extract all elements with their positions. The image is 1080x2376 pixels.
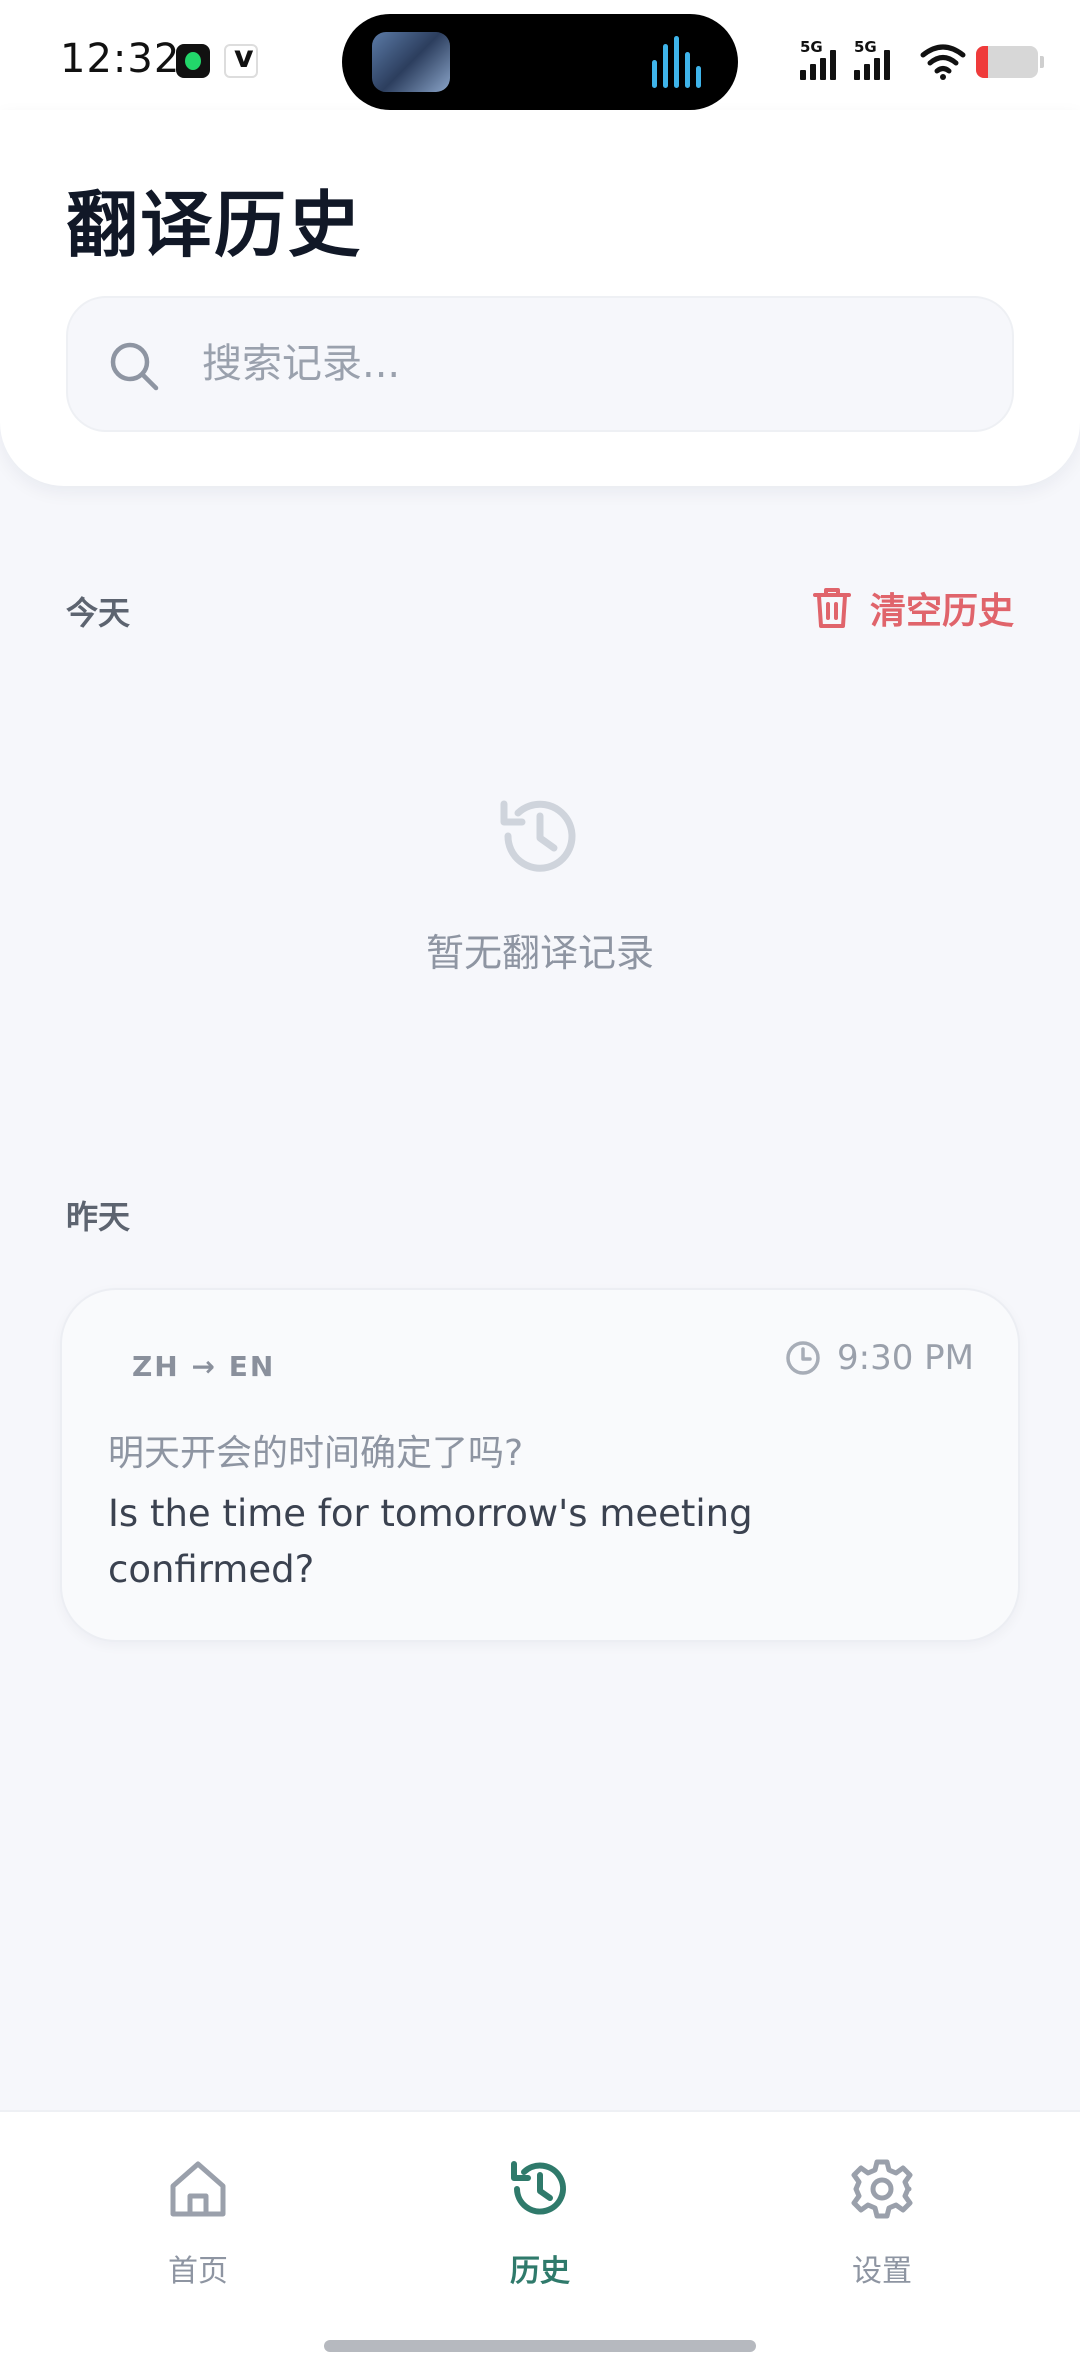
media-thumbnail: [372, 32, 450, 92]
cellular-signal-icon: 5G: [800, 38, 844, 84]
section-label-yesterday: 昨天: [66, 1198, 131, 1236]
signal-label: 5G: [800, 38, 823, 56]
wifi-icon: [920, 44, 966, 80]
history-time: 9:30 PM: [785, 1338, 974, 1378]
empty-state: 暂无翻译记录: [0, 790, 1080, 980]
nav-label-home: 首页: [168, 2254, 228, 2289]
status-indicators: 5G 5G: [800, 38, 1044, 84]
home-icon: [170, 2161, 226, 2217]
cellular-signal-icon-2: 5G: [854, 38, 898, 84]
nav-label-settings: 设置: [852, 2254, 912, 2289]
notification-app-icon: [224, 40, 258, 78]
gear-icon: [851, 2159, 913, 2219]
source-text: 明天开会的时间确定了吗?: [108, 1433, 524, 1474]
status-time: 12:32: [60, 36, 181, 82]
bottom-nav: 首页 历史 设置: [0, 2110, 1080, 2376]
empty-message: 暂无翻译记录: [425, 931, 654, 975]
audio-wave-icon: [652, 36, 712, 88]
nav-item-home[interactable]: 首页: [98, 2156, 298, 2306]
clear-history-label: 清空历史: [869, 591, 1014, 632]
signal-label: 5G: [854, 38, 877, 56]
history-card[interactable]: ZH → EN 9:30 PM 明天开会的时间确定了吗? Is the time…: [60, 1288, 1020, 1642]
page-title: 翻译历史: [66, 183, 363, 267]
status-bar: 12:32 5G 5G: [0, 0, 1080, 120]
nav-label-history: 历史: [510, 2254, 570, 2289]
search-box[interactable]: [66, 296, 1014, 432]
music-app-icon: [176, 44, 210, 78]
translated-text: Is the time for tomorrow's meeting confi…: [108, 1492, 753, 1591]
trash-icon: [812, 588, 851, 628]
screen: 12:32 5G 5G: [0, 0, 1080, 2376]
clock-icon: [786, 1341, 820, 1375]
history-icon: [500, 800, 576, 872]
nav-item-history[interactable]: 历史: [440, 2156, 640, 2306]
home-indicator[interactable]: [324, 2340, 756, 2352]
search-input[interactable]: [202, 298, 982, 430]
search-icon: [110, 342, 159, 391]
clear-history-button[interactable]: 清空历史: [812, 582, 1014, 634]
dynamic-island[interactable]: [342, 14, 738, 110]
battery-icon: [976, 46, 1044, 78]
language-pair-badge: ZH → EN: [132, 1350, 276, 1383]
header-card: 翻译历史: [0, 110, 1080, 486]
nav-item-settings[interactable]: 设置: [782, 2156, 982, 2306]
history-time-text: 9:30 PM: [837, 1338, 974, 1378]
history-icon: [511, 2161, 566, 2215]
section-label-today: 今天: [66, 594, 131, 632]
